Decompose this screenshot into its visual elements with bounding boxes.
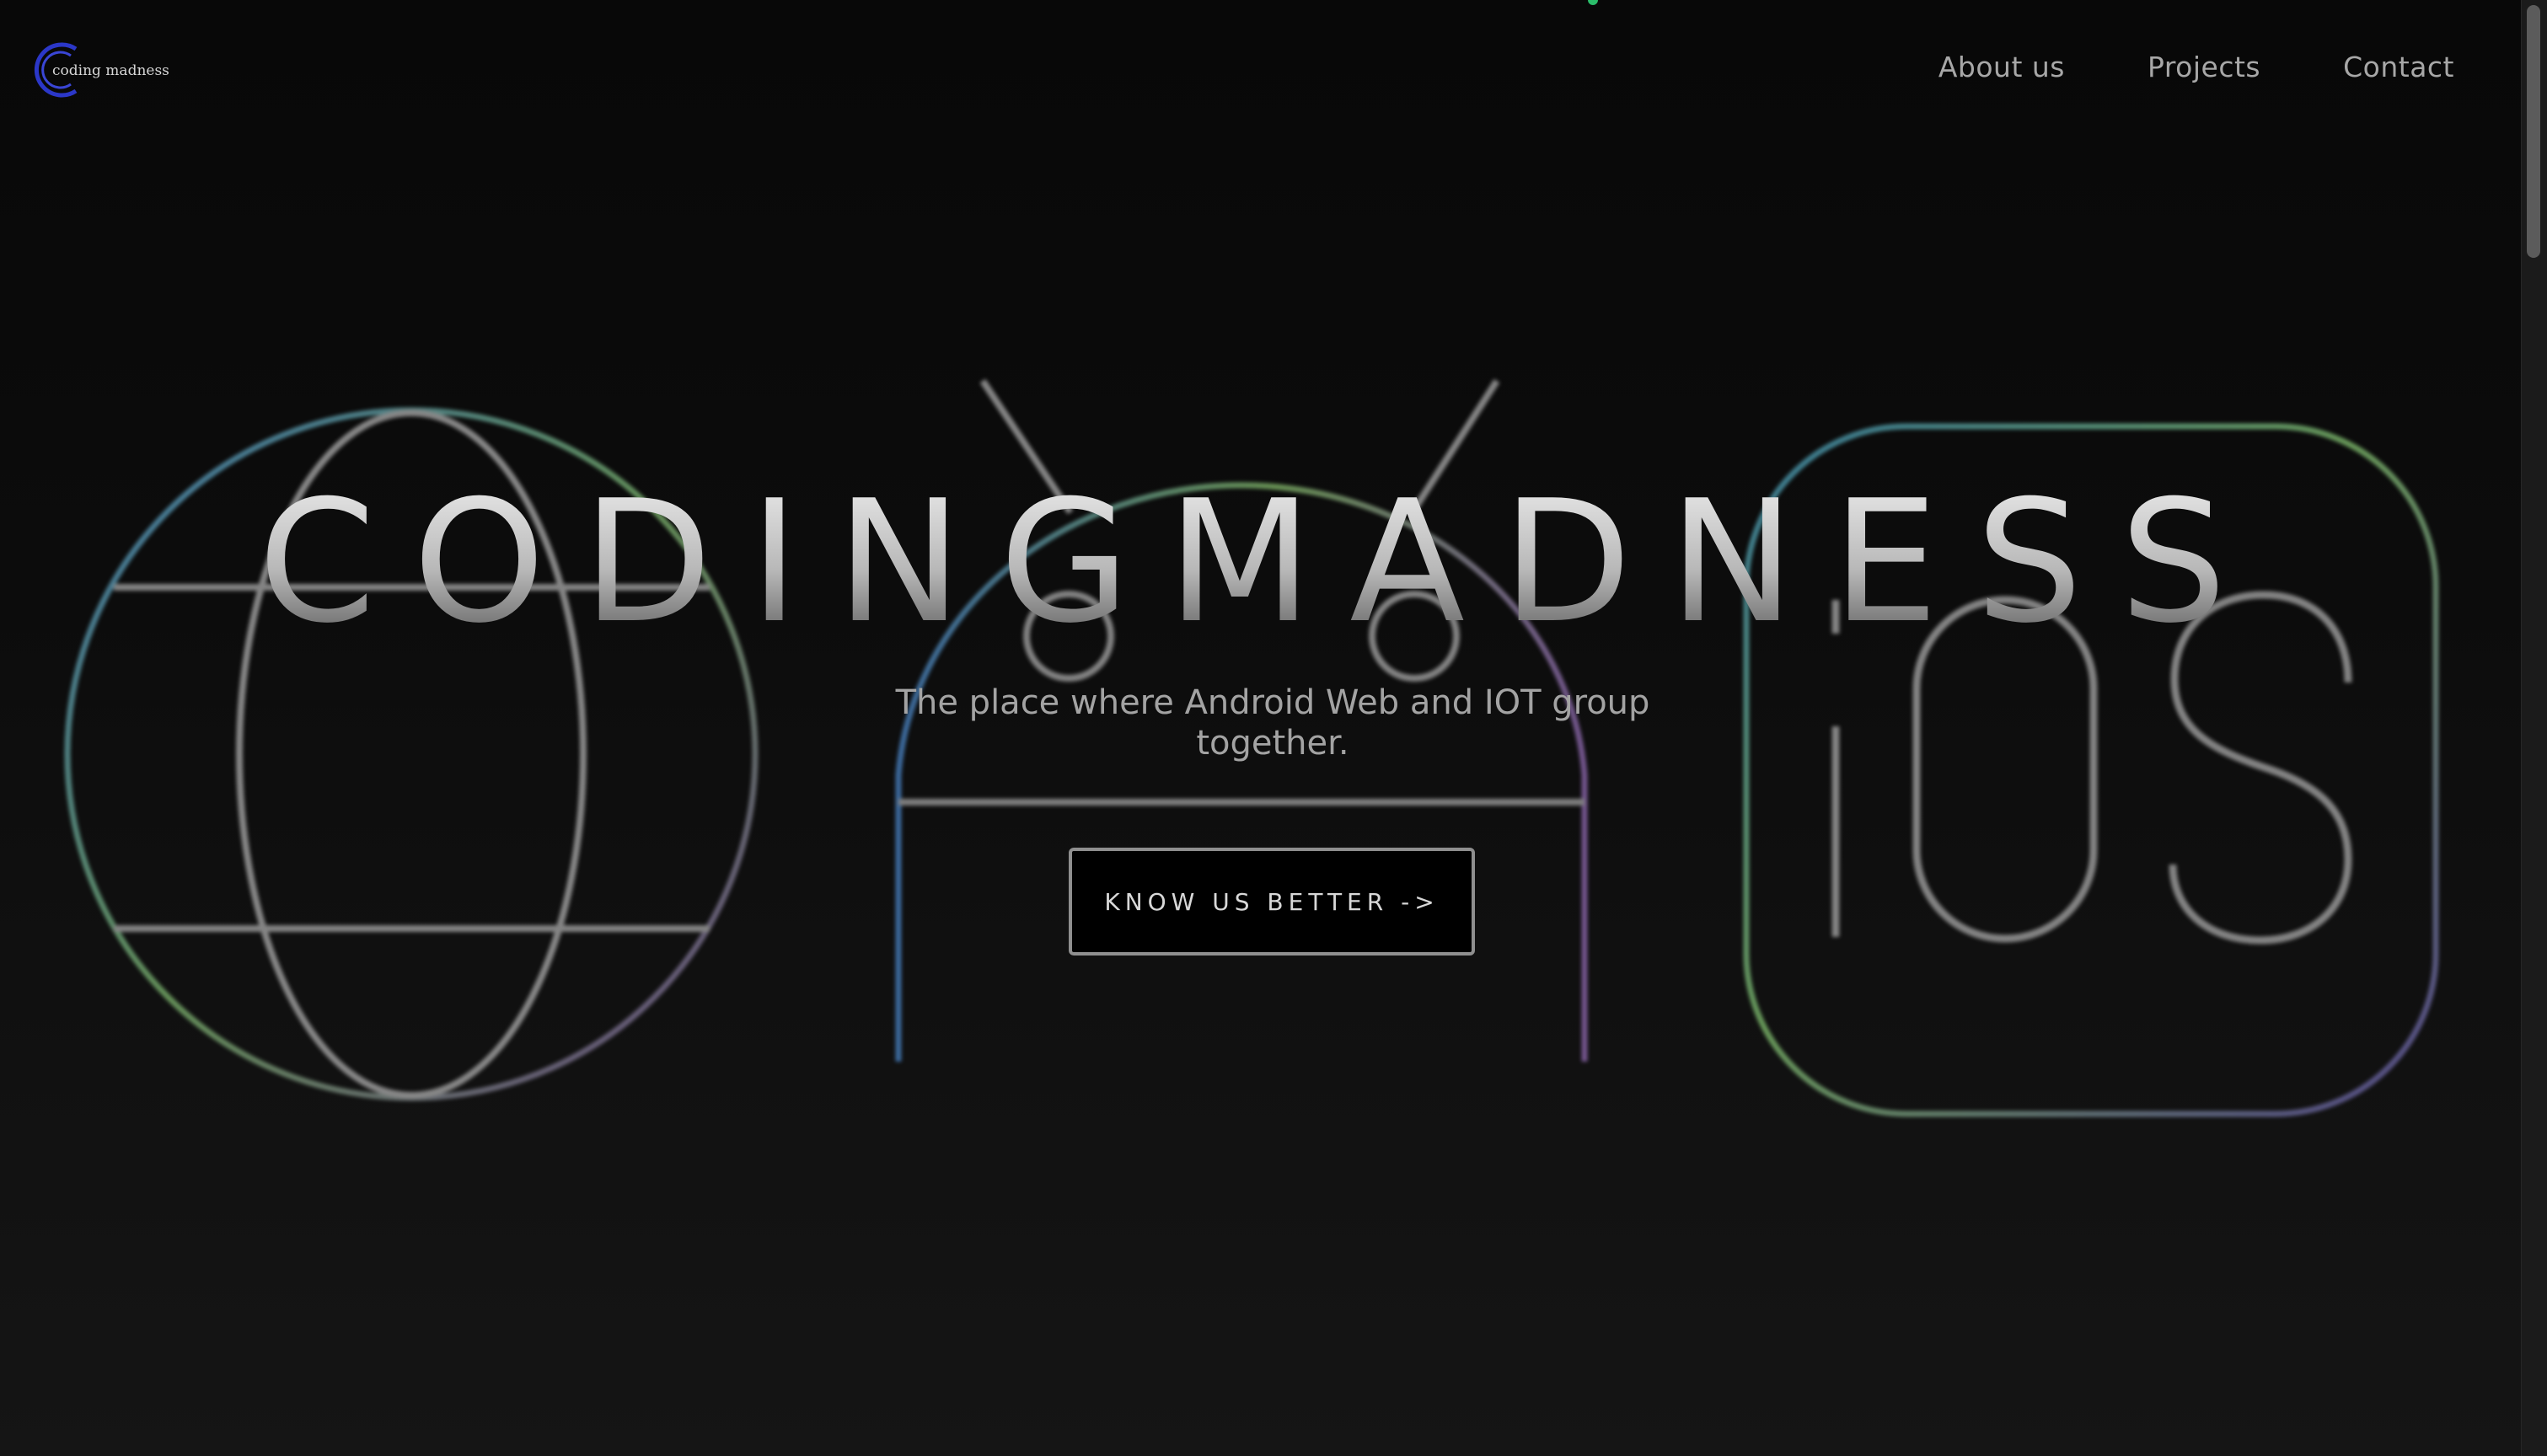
scrollbar[interactable] bbox=[2521, 0, 2547, 1456]
site-logo[interactable]: coding madness bbox=[32, 40, 169, 99]
hero-subtitle: The place where Android Web and IOT grou… bbox=[895, 683, 1650, 763]
nav-contact[interactable]: Contact bbox=[2343, 51, 2454, 83]
main-nav: About us Projects Contact bbox=[1938, 51, 2454, 83]
nav-projects[interactable]: Projects bbox=[2148, 51, 2260, 83]
nav-about-us[interactable]: About us bbox=[1938, 51, 2065, 83]
page: coding madness About us Projects Contact… bbox=[0, 0, 2547, 1456]
logo-text: coding madness bbox=[52, 62, 169, 79]
hero-title: CODINGMADNESS bbox=[0, 479, 2522, 647]
know-us-better-button[interactable]: KNOW US BETTER -> bbox=[1069, 848, 1475, 956]
scrollbar-thumb[interactable] bbox=[2527, 5, 2540, 258]
